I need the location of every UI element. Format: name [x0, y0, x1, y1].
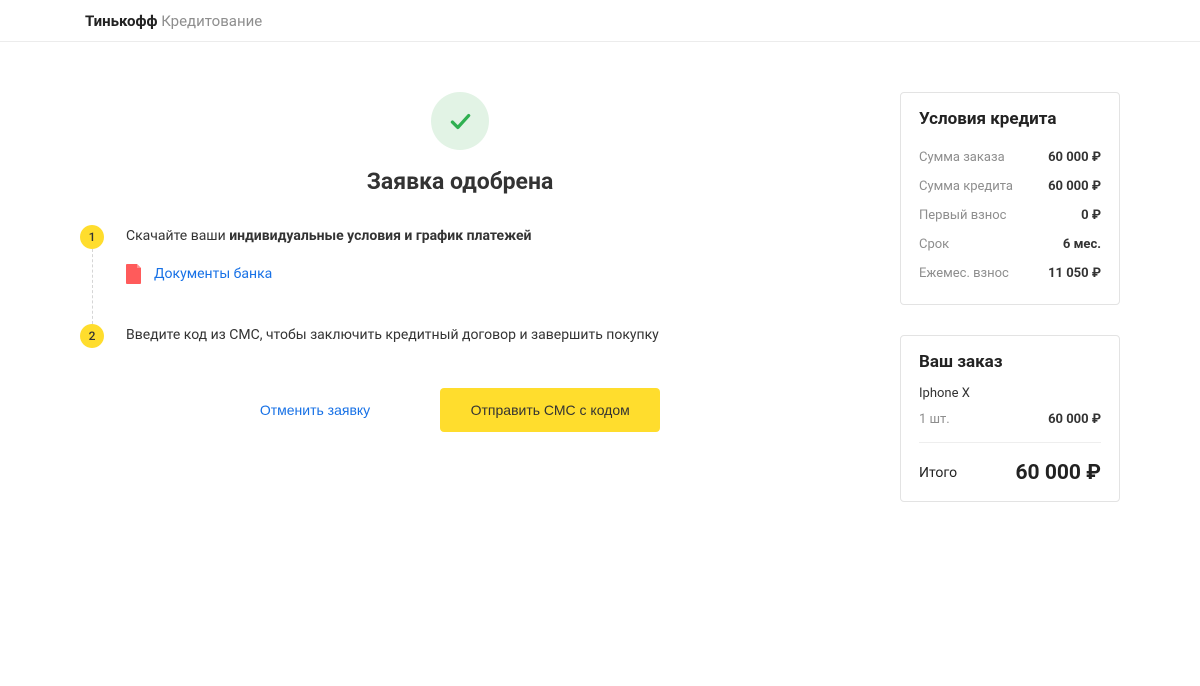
credit-row-value: 60 000 ₽	[1048, 150, 1101, 165]
credit-row-label: Первый взнос	[919, 208, 1006, 223]
bank-documents-link[interactable]: Документы банка	[126, 264, 840, 284]
cancel-button[interactable]: Отменить заявку	[260, 388, 370, 432]
credit-terms-card: Условия кредита Сумма заказа 60 000 ₽ Су…	[900, 92, 1120, 305]
order-product-name: Iphone X	[919, 386, 1101, 401]
step-1-text-bold: индивидуальные условия и график платежей	[229, 228, 531, 244]
step-1-number: 1	[80, 225, 104, 249]
credit-row-value: 60 000 ₽	[1048, 179, 1101, 194]
order-total-row: Итого 60 000 ₽	[919, 451, 1101, 485]
order-qty-label: 1 шт.	[919, 412, 950, 427]
order-qty-value: 60 000 ₽	[1048, 412, 1101, 427]
credit-row-value: 11 050 ₽	[1048, 266, 1101, 281]
step-2: 2 Введите код из СМС, чтобы заключить кр…	[80, 324, 840, 348]
credit-row: Сумма кредита 60 000 ₽	[919, 172, 1101, 201]
credit-row-value: 6 мес.	[1063, 237, 1101, 252]
steps-list: 1 Скачайте ваши индивидуальные условия и…	[80, 225, 840, 348]
order-card: Ваш заказ Iphone X 1 шт. 60 000 ₽ Итого …	[900, 335, 1120, 502]
document-icon	[126, 264, 142, 284]
credit-row-value: 0 ₽	[1081, 208, 1101, 223]
credit-row: Первый взнос 0 ₽	[919, 201, 1101, 230]
credit-row-label: Срок	[919, 237, 949, 252]
credit-row: Сумма заказа 60 000 ₽	[919, 143, 1101, 172]
credit-terms-title: Условия кредита	[919, 109, 1101, 129]
send-sms-button[interactable]: Отправить СМС с кодом	[440, 388, 660, 432]
sidebar: Условия кредита Сумма заказа 60 000 ₽ Су…	[900, 92, 1120, 532]
order-qty-row: 1 шт. 60 000 ₽	[919, 405, 1101, 434]
credit-row-label: Сумма кредита	[919, 179, 1013, 194]
credit-row: Ежемес. взнос 11 050 ₽	[919, 259, 1101, 288]
credit-row: Срок 6 мес.	[919, 230, 1101, 259]
step-2-text: Введите код из СМС, чтобы заключить кред…	[126, 327, 659, 343]
order-total-value: 60 000 ₽	[1016, 461, 1102, 485]
divider	[919, 442, 1101, 443]
step-2-number: 2	[80, 324, 104, 348]
credit-row-label: Сумма заказа	[919, 150, 1005, 165]
order-title: Ваш заказ	[919, 352, 1101, 372]
checkmark-icon	[447, 108, 473, 134]
brand-bold: Тинькофф	[85, 12, 157, 30]
page-title: Заявка одобрена	[80, 168, 840, 195]
order-total-label: Итого	[919, 465, 957, 481]
step-connector	[92, 249, 93, 324]
credit-row-label: Ежемес. взнос	[919, 266, 1009, 281]
actions-row: Отменить заявку Отправить СМС с кодом	[80, 388, 840, 432]
step-1-text-prefix: Скачайте ваши	[126, 228, 229, 244]
success-badge	[431, 92, 489, 150]
header: Тинькофф Кредитование	[0, 0, 1200, 42]
bank-documents-label: Документы банка	[154, 266, 272, 282]
main-content: Заявка одобрена 1 Скачайте ваши индивиду…	[80, 92, 900, 432]
brand-rest: Кредитование	[157, 12, 262, 30]
step-1: 1 Скачайте ваши индивидуальные условия и…	[80, 225, 840, 324]
brand: Тинькофф Кредитование	[85, 12, 262, 30]
